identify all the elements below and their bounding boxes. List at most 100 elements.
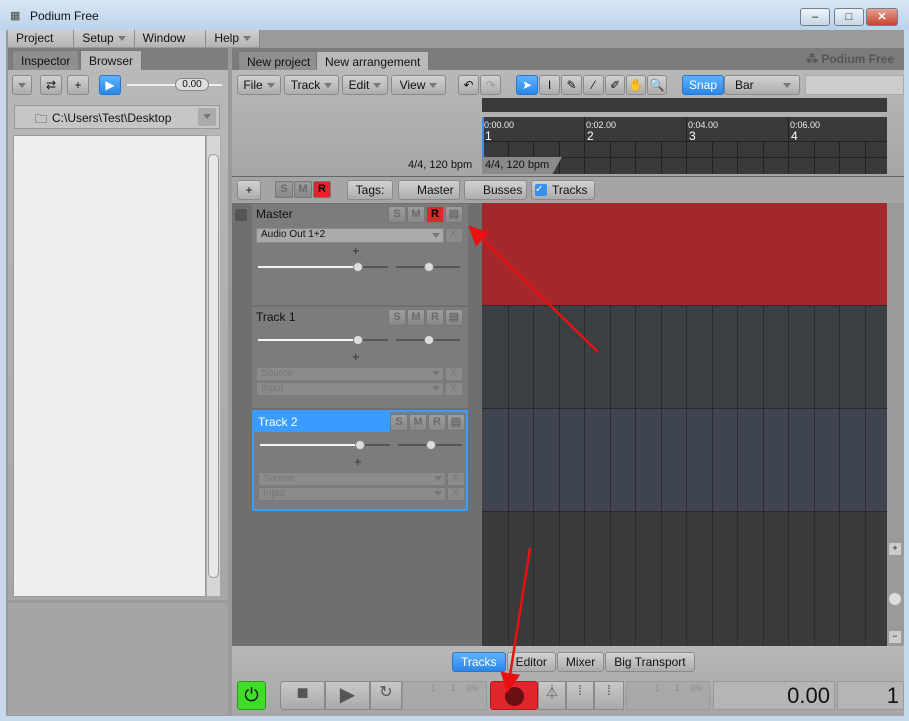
- zoom-slider-knob[interactable]: [889, 593, 901, 605]
- source-select[interactable]: Source: [258, 472, 446, 486]
- input-select[interactable]: Input: [258, 487, 446, 501]
- preview-play-button[interactable]: ▶: [99, 75, 121, 95]
- pan-slider[interactable]: [424, 262, 434, 272]
- view-tab-mixer[interactable]: Mixer: [556, 652, 605, 672]
- search-field[interactable]: [805, 75, 904, 95]
- snap-grid-select[interactable]: Bar: [724, 75, 800, 95]
- global-record-button[interactable]: R: [313, 181, 331, 198]
- maximize-button[interactable]: □: [834, 8, 864, 26]
- undo-icon[interactable]: ↶: [458, 75, 479, 95]
- input-select[interactable]: Input: [256, 382, 444, 396]
- file-list-scrollbar[interactable]: [206, 135, 221, 597]
- track-menu[interactable]: Track: [284, 75, 339, 95]
- tab-inspector[interactable]: Inspector: [12, 50, 80, 70]
- refresh-icon[interactable]: ⇄: [40, 75, 62, 95]
- remove-output-button[interactable]: X: [445, 228, 463, 243]
- track-lane[interactable]: [482, 409, 887, 512]
- redo-icon[interactable]: ↷: [480, 75, 501, 95]
- record-arm-button[interactable]: R: [428, 414, 446, 431]
- zoom-out-icon[interactable]: −: [889, 631, 901, 643]
- solo-button[interactable]: S: [390, 414, 408, 431]
- loop-icon[interactable]: ↻: [370, 681, 402, 710]
- pointer-tool-icon[interactable]: ➤: [516, 75, 538, 95]
- minimize-button[interactable]: –: [800, 8, 830, 26]
- remove-input-button[interactable]: X: [447, 487, 465, 501]
- mute-button[interactable]: M: [407, 206, 425, 223]
- pan-slider[interactable]: [424, 335, 434, 345]
- menu-project[interactable]: Project: [8, 30, 75, 59]
- stop-button[interactable]: ■: [280, 681, 325, 710]
- file-list[interactable]: [13, 135, 206, 597]
- volume-value[interactable]: 0.00: [175, 78, 209, 91]
- add-plugin-button[interactable]: +: [352, 349, 360, 364]
- pencil-tool-icon[interactable]: ✎: [561, 75, 582, 95]
- tag-master-checkbox[interactable]: Master: [398, 180, 460, 200]
- mute-button[interactable]: M: [407, 309, 425, 326]
- add-plugin-button[interactable]: +: [352, 243, 360, 258]
- punch-in-icon[interactable]: ⁞: [566, 681, 594, 710]
- solo-button[interactable]: S: [388, 206, 406, 223]
- hand-tool-icon[interactable]: ✋: [626, 75, 646, 95]
- remove-source-button[interactable]: X: [445, 367, 463, 381]
- add-button[interactable]: +: [67, 75, 89, 95]
- text-cursor-tool-icon[interactable]: I: [539, 75, 560, 95]
- path-dropdown-icon[interactable]: [198, 108, 216, 126]
- solo-button[interactable]: S: [388, 309, 406, 326]
- overview-bar[interactable]: [482, 98, 887, 112]
- track-header[interactable]: Track 1 S M R ▤ + Source X Input X: [252, 307, 468, 408]
- dropdown-button[interactable]: [12, 75, 32, 95]
- track-header[interactable]: Master S M R ▤ Audio Out 1+2 X +: [252, 204, 468, 305]
- close-button[interactable]: ✕: [866, 8, 898, 26]
- track-lane[interactable]: [482, 306, 887, 409]
- play-button[interactable]: ▶: [325, 681, 370, 710]
- view-menu[interactable]: View: [391, 75, 446, 95]
- tag-busses-checkbox[interactable]: Busses: [464, 180, 527, 200]
- add-plugin-button[interactable]: +: [354, 454, 362, 469]
- track-menu-icon[interactable]: ▤: [445, 206, 463, 223]
- knife-tool-icon[interactable]: ✐: [605, 75, 625, 95]
- track-menu-icon[interactable]: ▤: [445, 309, 463, 326]
- view-tab-tracks[interactable]: Tracks: [452, 652, 506, 672]
- file-menu[interactable]: File: [237, 75, 281, 95]
- remove-input-button[interactable]: X: [445, 382, 463, 396]
- global-solo-button[interactable]: S: [275, 181, 293, 198]
- edit-menu[interactable]: Edit: [342, 75, 388, 95]
- track-name[interactable]: Track 2: [254, 412, 390, 432]
- zoom-in-icon[interactable]: +: [889, 543, 901, 555]
- vertical-scrollbar[interactable]: + −: [887, 203, 904, 646]
- track-lane[interactable]: [482, 203, 887, 306]
- menu-window[interactable]: Window: [135, 30, 207, 59]
- tab-browser[interactable]: Browser: [80, 50, 143, 70]
- record-button[interactable]: [490, 681, 538, 710]
- scroll-thumb[interactable]: [208, 154, 219, 578]
- global-mute-button[interactable]: M: [294, 181, 312, 198]
- mute-button[interactable]: M: [409, 414, 427, 431]
- record-arm-button[interactable]: R: [426, 206, 444, 223]
- record-arm-button[interactable]: R: [426, 309, 444, 326]
- power-icon[interactable]: ⏻: [237, 681, 266, 710]
- volume-slider[interactable]: [353, 335, 363, 345]
- output-select[interactable]: Audio Out 1+2: [256, 228, 444, 243]
- tab-new-arrangement[interactable]: New arrangement: [316, 51, 430, 71]
- view-tab-editor[interactable]: Editor: [506, 652, 556, 672]
- punch-out-icon[interactable]: ⁞: [594, 681, 624, 710]
- track-menu-icon[interactable]: ▤: [447, 414, 465, 431]
- source-select[interactable]: Source: [256, 367, 444, 381]
- metronome-icon[interactable]: ⏃: [538, 681, 566, 710]
- brush-tool-icon[interactable]: ⁄: [583, 75, 604, 95]
- zoom-tool-icon[interactable]: 🔍: [647, 75, 667, 95]
- track-header[interactable]: Track 2 S M R ▤ + Source X Input X: [252, 410, 468, 511]
- menu-help[interactable]: Help: [206, 30, 260, 47]
- remove-source-button[interactable]: X: [447, 472, 465, 486]
- volume-slider[interactable]: [353, 262, 363, 272]
- menu-setup[interactable]: Setup: [74, 30, 135, 47]
- path-selector[interactable]: 🗀 C:\Users\Test\Desktop: [14, 105, 220, 129]
- add-track-button[interactable]: +: [237, 180, 261, 200]
- volume-slider[interactable]: [355, 440, 365, 450]
- snap-toggle[interactable]: Snap: [682, 75, 724, 95]
- pan-slider[interactable]: [426, 440, 436, 450]
- tab-new-project[interactable]: New project: [238, 51, 320, 71]
- folder-toggle-icon[interactable]: [235, 209, 247, 221]
- view-tab-big-transport[interactable]: Big Transport: [605, 652, 695, 672]
- tag-tracks-checkbox[interactable]: ✓ Tracks: [531, 180, 595, 200]
